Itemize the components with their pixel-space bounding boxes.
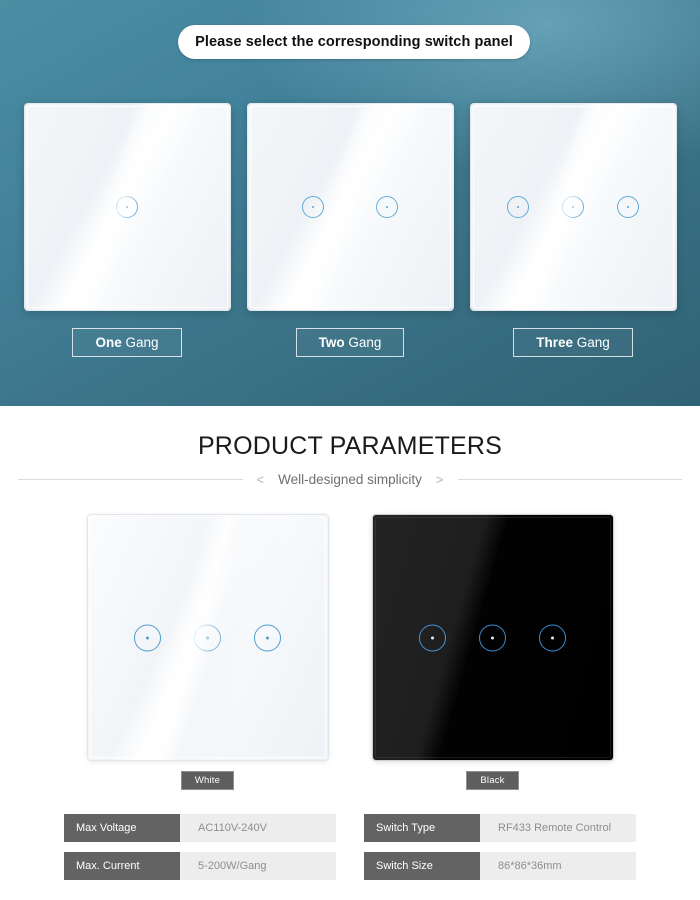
touch-button-2[interactable] (479, 624, 506, 651)
touch-button-3[interactable] (254, 624, 281, 651)
specifications-table: Max Voltage AC110V-240V Max. Current 5-2… (0, 814, 700, 880)
product-variant-white: White (87, 515, 328, 790)
chevron-right-icon: > (435, 472, 444, 487)
spec-value-switch-type: RF433 Remote Control (480, 814, 636, 842)
touch-button-group (471, 196, 676, 218)
touch-button-group (88, 624, 328, 651)
switch-panel-two-gang[interactable] (247, 104, 453, 310)
touch-button-group (25, 196, 230, 218)
page-subtitle: Well-designed simplicity (278, 472, 422, 487)
page-title: PRODUCT PARAMETERS (197, 432, 503, 460)
chevron-left-icon: < (256, 472, 265, 487)
switch-panel-options (0, 104, 700, 310)
touch-button-3[interactable] (617, 196, 639, 218)
gang-option-one-gang-rest: Gang (121, 335, 159, 350)
touch-button-dot-icon (491, 636, 494, 639)
touch-button-dot-icon (311, 205, 315, 209)
switch-panel-one-gang[interactable] (24, 104, 230, 310)
gang-option-two-gang-rest: Gang (344, 335, 382, 350)
touch-button-dot-icon (206, 636, 209, 639)
touch-button-1[interactable] (302, 196, 324, 218)
spec-key-switch-type: Switch Type (364, 814, 480, 842)
gang-label-slot-one: One Gang (25, 328, 230, 357)
color-badge-white: White (180, 771, 235, 790)
spec-key-max-voltage: Max Voltage (64, 814, 180, 842)
switch-selection-hero: Please select the corresponding switch p… (0, 0, 700, 406)
touch-button-dot-icon (551, 636, 554, 639)
gang-label-slot-two: Two Gang (248, 328, 453, 357)
product-variants: White Black (0, 515, 700, 790)
touch-button-2[interactable] (194, 624, 221, 651)
gang-option-three-gang-strong: Three (536, 335, 573, 350)
touch-button-1[interactable] (507, 196, 529, 218)
spec-key-switch-size: Switch Size (364, 852, 480, 880)
touch-button-1[interactable] (419, 624, 446, 651)
touch-button-dot-icon (125, 205, 129, 209)
selection-prompt-pill: Please select the corresponding switch p… (178, 25, 530, 59)
selection-prompt-text: Please select the corresponding switch p… (195, 34, 513, 50)
gang-option-one-gang-strong: One (95, 335, 122, 350)
gang-option-one-gang[interactable]: One Gang (72, 328, 182, 357)
spec-column-right: Switch Type RF433 Remote Control Switch … (364, 814, 636, 880)
product-variant-black: Black (372, 515, 613, 790)
touch-button-2[interactable] (562, 196, 584, 218)
switch-panel-three-gang[interactable] (470, 104, 676, 310)
touch-button-group (248, 196, 453, 218)
spec-value-switch-size: 86*86*36mm (480, 852, 636, 880)
subtitle-row: < Well-designed simplicity > (0, 472, 700, 487)
touch-button-dot-icon (431, 636, 434, 639)
spec-column-left: Max Voltage AC110V-240V Max. Current 5-2… (64, 814, 336, 880)
spec-key-max-current: Max. Current (64, 852, 180, 880)
touch-button-1[interactable] (134, 624, 161, 651)
touch-button-dot-icon (516, 205, 520, 209)
spec-value-max-voltage: AC110V-240V (180, 814, 336, 842)
touch-button-3[interactable] (539, 624, 566, 651)
product-parameters-section: PRODUCT PARAMETERS < Well-designed simpl… (0, 406, 700, 900)
gang-option-two-gang-strong: Two (318, 335, 345, 350)
gang-option-three-gang[interactable]: Three Gang (513, 328, 633, 357)
gang-option-three-gang-rest: Gang (572, 335, 610, 350)
divider-left (18, 479, 243, 480)
gang-option-labels: One Gang Two Gang Three Gang (0, 328, 700, 357)
touch-button-dot-icon (146, 636, 149, 639)
touch-button-dot-icon (626, 205, 630, 209)
spec-row-switch-size: Switch Size 86*86*36mm (364, 852, 636, 880)
touch-button-dot-icon (385, 205, 389, 209)
touch-button-dot-icon (266, 636, 269, 639)
spec-row-max-voltage: Max Voltage AC110V-240V (64, 814, 336, 842)
touch-button-1[interactable] (116, 196, 138, 218)
color-badge-black: Black (466, 771, 519, 790)
spec-row-switch-type: Switch Type RF433 Remote Control (364, 814, 636, 842)
product-panel-white[interactable] (87, 515, 328, 760)
touch-button-2[interactable] (376, 196, 398, 218)
spec-value-max-current: 5-200W/Gang (180, 852, 336, 880)
divider-right (457, 479, 682, 480)
gang-option-two-gang[interactable]: Two Gang (295, 328, 405, 357)
touch-button-dot-icon (571, 205, 575, 209)
spec-row-max-current: Max. Current 5-200W/Gang (64, 852, 336, 880)
product-panel-black[interactable] (372, 515, 613, 760)
gang-label-slot-three: Three Gang (471, 328, 676, 357)
touch-button-group (373, 624, 613, 651)
